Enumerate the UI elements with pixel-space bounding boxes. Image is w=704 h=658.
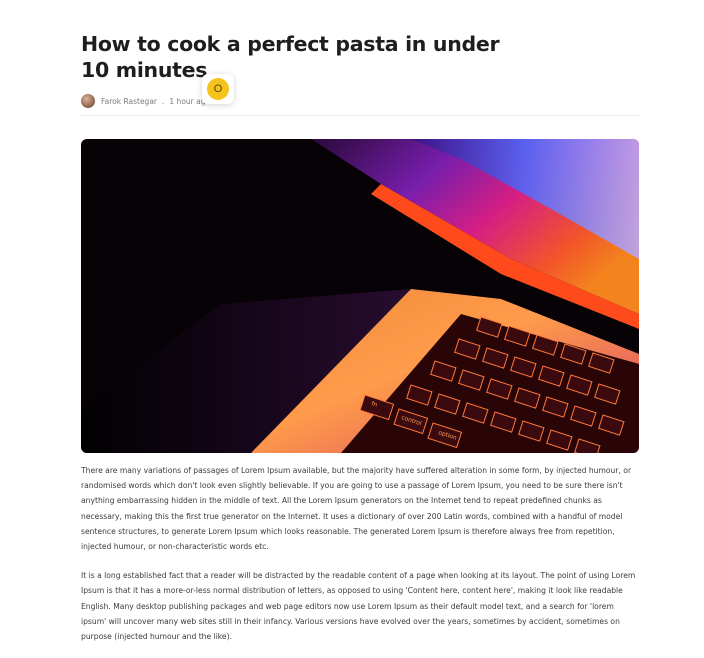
badge-circle: O xyxy=(207,78,229,100)
body-paragraph: It is a long established fact that a rea… xyxy=(81,571,636,642)
article-title: How to cook a perfect pasta in under 10 … xyxy=(81,32,500,82)
divider xyxy=(81,115,639,116)
meta-separator: . xyxy=(162,96,165,106)
article-meta: Farok Rastegar . 1 hour ago xyxy=(81,93,639,109)
author-name[interactable]: Farok Rastegar xyxy=(101,97,157,106)
badge-letter: O xyxy=(213,83,223,95)
article-body: There are many variations of passages of… xyxy=(81,463,641,658)
body-paragraph: There are many variations of passages of… xyxy=(81,466,632,552)
floating-badge[interactable]: O xyxy=(202,74,234,104)
hero-image: fn control option xyxy=(81,139,639,453)
avatar[interactable] xyxy=(81,94,95,108)
